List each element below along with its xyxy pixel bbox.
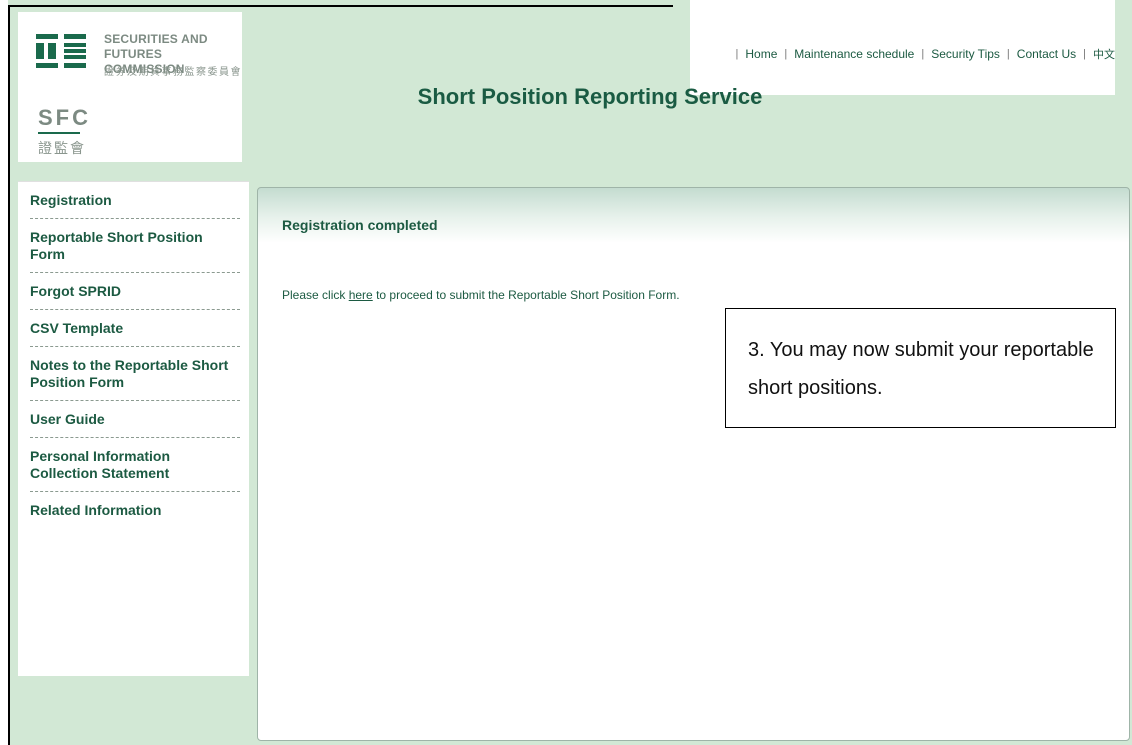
logo-abbreviation-chinese: 證監會 [38,140,86,156]
callout-text: 3. You may now submit your reportable sh… [748,339,1094,399]
registration-message: Please click here to proceed to submit t… [282,288,680,302]
sidebar-item-forgot-sprid[interactable]: Forgot SPRID [30,273,240,310]
sidebar: Registration Reportable Short Position F… [18,181,249,676]
message-text-after: to proceed to submit the Reportable Shor… [372,288,680,302]
nav-separator: | [1083,48,1086,60]
nav-separator: | [1006,48,1010,60]
content-panel: Registration completed Please click here… [257,187,1130,741]
annotation-frame-left [8,5,10,745]
sidebar-item-label: Forgot SPRID [30,283,121,299]
panel-heading: Registration completed [282,217,438,233]
sidebar-item-related-information[interactable]: Related Information [30,492,240,528]
sidebar-item-user-guide[interactable]: User Guide [30,401,240,438]
logo-divider [38,132,80,134]
sidebar-item-label: User Guide [30,411,105,427]
sidebar-item-label: Notes to the Reportable Short Position F… [30,357,229,390]
sidebar-item-csv-template[interactable]: CSV Template [30,310,240,347]
top-navigation: | Home | Maintenance schedule | Security… [729,46,1115,62]
nav-home-link[interactable]: Home [745,47,777,61]
nav-chinese-language-link[interactable]: 中文 [1093,46,1115,62]
sidebar-item-label: Reportable Short Position Form [30,229,203,262]
sfc-logo-mark-icon [36,34,86,68]
annotation-frame-top [8,5,673,7]
logo-org-name-line1: SECURITIES AND [104,32,208,46]
sidebar-item-label: Personal Information Collection Statemen… [30,448,171,481]
instruction-callout: 3. You may now submit your reportable sh… [725,308,1116,428]
sidebar-item-personal-information-collection-statement[interactable]: Personal Information Collection Statemen… [30,438,240,492]
logo-org-name-chinese: 證券及期貨事務監察委員會 [104,67,242,78]
logo-abbreviation: SFC [38,105,91,130]
sidebar-item-label: CSV Template [30,320,124,336]
message-text-before: Please click [282,288,349,302]
sidebar-item-reportable-short-position-form[interactable]: Reportable Short Position Form [30,219,240,273]
sidebar-item-label: Related Information [30,502,162,518]
nav-maintenance-schedule-link[interactable]: Maintenance schedule [794,47,914,61]
nav-separator: | [784,48,788,60]
nav-separator: | [735,48,739,60]
sidebar-item-label: Registration [30,192,112,208]
sidebar-item-registration[interactable]: Registration [30,182,240,219]
proceed-here-link[interactable]: here [349,288,373,302]
sfc-logo[interactable]: SECURITIES AND FUTURES COMMISSION 證券及期貨事… [18,12,242,162]
nav-contact-us-link[interactable]: Contact Us [1017,47,1076,61]
sidebar-menu: Registration Reportable Short Position F… [18,182,249,528]
sidebar-item-notes[interactable]: Notes to the Reportable Short Position F… [30,347,240,401]
top-navigation-area: | Home | Maintenance schedule | Security… [690,0,1115,95]
nav-separator: | [921,48,925,60]
page-title: Short Position Reporting Service [417,84,763,109]
nav-security-tips-link[interactable]: Security Tips [931,47,1000,61]
